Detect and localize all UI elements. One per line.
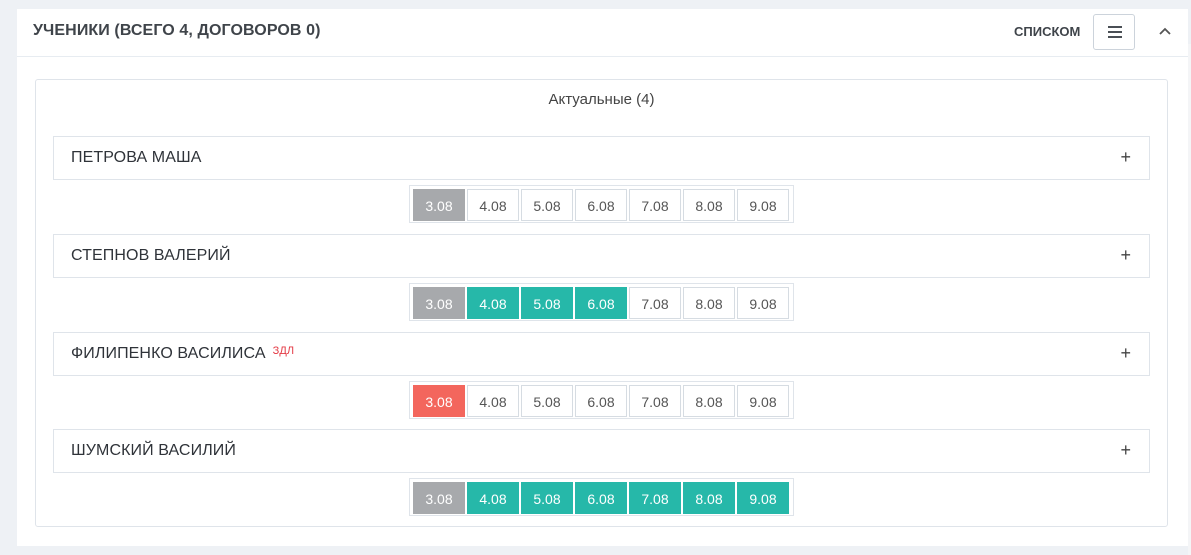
- student-row: ФИЛИПЕНКО ВАСИЛИСА ЗДЛ + 3.08 4.08 5.08 6.08…: [53, 332, 1150, 419]
- student-row: СТЕПНОВ ВАЛЕРИЙ + 3.08 4.08 5.08 6.08 7.08 8.…: [53, 234, 1150, 321]
- student-name-text: ФИЛИПЕНКО ВАСИЛИСА: [71, 345, 266, 362]
- student-name: СТЕПНОВ ВАЛЕРИЙ: [71, 247, 231, 265]
- chevron-up-icon[interactable]: [1158, 24, 1172, 38]
- date-cell[interactable]: 4.08: [467, 189, 519, 221]
- students-list-box: Актуальные (4) ПЕТРОВА МАША + 3.08 4.08 5.…: [35, 79, 1168, 527]
- date-strip: 3.08 4.08 5.08 6.08 7.08 8.08 9.08: [409, 478, 794, 516]
- student-header[interactable]: ШУМСКИЙ ВАСИЛИЙ +: [53, 429, 1150, 473]
- date-cell[interactable]: 9.08: [737, 385, 789, 417]
- student-row: ШУМСКИЙ ВАСИЛИЙ + 3.08 4.08 5.08 6.08 7.08 8.…: [53, 429, 1150, 516]
- panel-header: УЧЕНИКИ (ВСЕГО 4, ДОГОВОРОВ 0) СПИСКОМ: [17, 9, 1188, 57]
- date-cell[interactable]: 5.08: [521, 287, 573, 319]
- date-cell[interactable]: 9.08: [737, 482, 789, 514]
- view-menu-button[interactable]: [1093, 14, 1135, 50]
- date-cell[interactable]: 7.08: [629, 482, 681, 514]
- date-cell[interactable]: 4.08: [467, 287, 519, 319]
- expand-icon[interactable]: +: [1120, 147, 1131, 167]
- student-name: ШУМСКИЙ ВАСИЛИЙ: [71, 442, 236, 460]
- student-name-text: СТЕПНОВ ВАЛЕРИЙ: [71, 247, 231, 264]
- date-cell[interactable]: 9.08: [737, 189, 789, 221]
- date-strip: 3.08 4.08 5.08 6.08 7.08 8.08 9.08: [409, 283, 794, 321]
- student-name: ФИЛИПЕНКО ВАСИЛИСА ЗДЛ: [71, 345, 294, 363]
- date-cell[interactable]: 8.08: [683, 482, 735, 514]
- date-cell[interactable]: 6.08: [575, 287, 627, 319]
- student-header[interactable]: ФИЛИПЕНКО ВАСИЛИСА ЗДЛ +: [53, 332, 1150, 376]
- date-cell[interactable]: 6.08: [575, 482, 627, 514]
- expand-icon[interactable]: +: [1120, 245, 1131, 265]
- student-name-text: ПЕТРОВА МАША: [71, 149, 202, 166]
- date-cell[interactable]: 5.08: [521, 482, 573, 514]
- date-cell[interactable]: 8.08: [683, 189, 735, 221]
- date-strip: 3.08 4.08 5.08 6.08 7.08 8.08 9.08: [409, 381, 794, 419]
- panel-title: УЧЕНИКИ (ВСЕГО 4, ДОГОВОРОВ 0): [33, 22, 321, 39]
- date-cell[interactable]: 6.08: [575, 385, 627, 417]
- student-row: ПЕТРОВА МАША + 3.08 4.08 5.08 6.08 7.08 8.08 9…: [53, 136, 1150, 223]
- student-header[interactable]: ПЕТРОВА МАША +: [53, 136, 1150, 180]
- view-mode-label[interactable]: СПИСКОМ: [1014, 24, 1080, 39]
- date-cell[interactable]: 4.08: [467, 385, 519, 417]
- students-panel: УЧЕНИКИ (ВСЕГО 4, ДОГОВОРОВ 0) СПИСКОМ А…: [17, 9, 1188, 546]
- student-name: ПЕТРОВА МАША: [71, 149, 202, 167]
- student-tag: ЗДЛ: [272, 345, 295, 357]
- date-cell[interactable]: 7.08: [629, 385, 681, 417]
- date-cell[interactable]: 3.08: [413, 287, 465, 319]
- date-cell[interactable]: 8.08: [683, 287, 735, 319]
- expand-icon[interactable]: +: [1120, 343, 1131, 363]
- expand-icon[interactable]: +: [1120, 440, 1131, 460]
- student-header[interactable]: СТЕПНОВ ВАЛЕРИЙ +: [53, 234, 1150, 278]
- date-cell[interactable]: 6.08: [575, 189, 627, 221]
- date-cell[interactable]: 4.08: [467, 482, 519, 514]
- date-cell[interactable]: 7.08: [629, 189, 681, 221]
- date-cell[interactable]: 3.08: [413, 189, 465, 221]
- date-cell[interactable]: 3.08: [413, 482, 465, 514]
- date-strip: 3.08 4.08 5.08 6.08 7.08 8.08 9.08: [409, 185, 794, 223]
- student-name-text: ШУМСКИЙ ВАСИЛИЙ: [71, 442, 236, 459]
- date-cell[interactable]: 8.08: [683, 385, 735, 417]
- date-cell[interactable]: 7.08: [629, 287, 681, 319]
- section-title: Актуальные (4): [548, 91, 655, 108]
- date-cell[interactable]: 5.08: [521, 189, 573, 221]
- date-cell[interactable]: 9.08: [737, 287, 789, 319]
- date-cell[interactable]: 3.08: [413, 385, 465, 417]
- date-cell[interactable]: 5.08: [521, 385, 573, 417]
